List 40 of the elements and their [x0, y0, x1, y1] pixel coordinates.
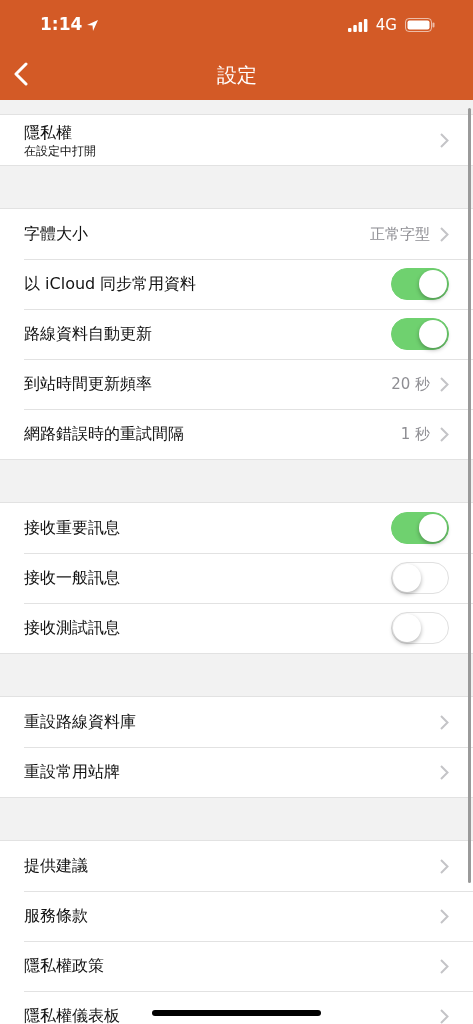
- chevron-icon: [440, 908, 449, 924]
- row-value: 1 秒: [400, 423, 430, 445]
- row-value: 20 秒: [391, 373, 430, 395]
- row-label: 提供建議: [24, 855, 88, 877]
- chevron-icon: [440, 858, 449, 874]
- row-label: 字體大小: [24, 223, 88, 245]
- signal-icon: [347, 18, 368, 32]
- row-label: 以 iCloud 同步常用資料: [24, 273, 197, 295]
- chevron-icon: [440, 958, 449, 974]
- chevron-icon: [440, 226, 449, 242]
- row-label: 接收一般訊息: [24, 567, 120, 589]
- nav-title: 設定: [216, 62, 257, 89]
- chevron-icon: [440, 714, 449, 730]
- chevron-icon: [440, 132, 449, 148]
- row-label: 路線資料自動更新: [24, 323, 152, 345]
- row-value: 正常字型: [370, 223, 430, 245]
- battery-icon: [405, 18, 435, 32]
- row-label: 隱私權政策: [24, 955, 104, 977]
- chevron-icon: [440, 764, 449, 780]
- toggle-switch[interactable]: [391, 562, 449, 594]
- chevron-icon: [440, 426, 449, 442]
- row-label: 隱私權: [24, 122, 72, 145]
- toggle-switch[interactable]: [391, 512, 449, 544]
- location-arrow-icon: [86, 18, 100, 32]
- row-label: 網路錯誤時的重試間隔: [24, 423, 184, 445]
- row-label: 接收重要訊息: [24, 517, 120, 539]
- row-subtitle: 在設定中打開: [24, 145, 96, 159]
- status-time: 1:14: [40, 13, 83, 37]
- row-label: 重設常用站牌: [24, 761, 120, 783]
- row-label: 接收測試訊息: [24, 617, 120, 639]
- toggle-switch[interactable]: [391, 612, 449, 644]
- chevron-icon: [440, 376, 449, 392]
- row-label: 隱私權儀表板: [24, 1005, 120, 1024]
- chevron-icon: [440, 1008, 449, 1024]
- toggle-switch[interactable]: [391, 318, 449, 350]
- toggle-switch[interactable]: [391, 268, 449, 300]
- network-label: 4G: [375, 14, 397, 36]
- row-label: 到站時間更新頻率: [24, 373, 152, 395]
- row-label: 服務條款: [24, 905, 88, 927]
- row-label: 重設路線資料庫: [24, 711, 136, 733]
